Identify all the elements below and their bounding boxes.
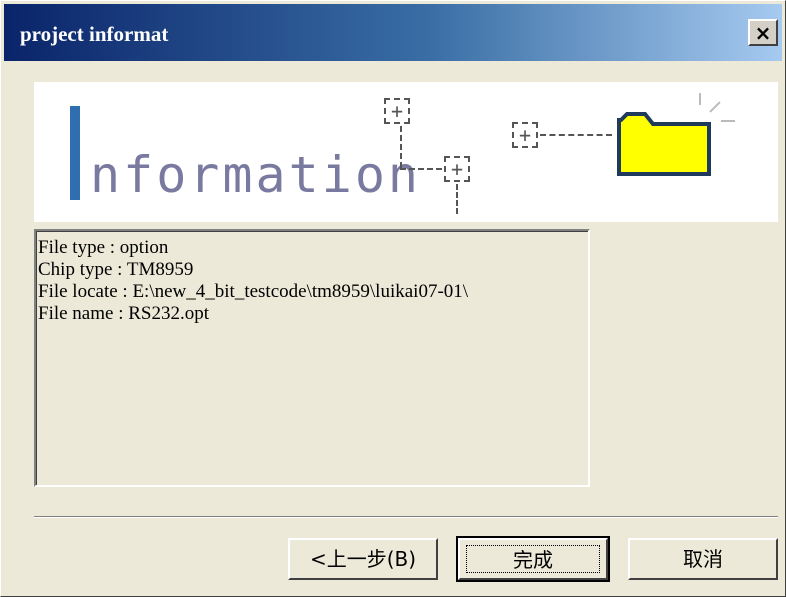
tree-connector: [400, 126, 402, 168]
plus-box-icon: +: [512, 122, 538, 148]
plus-box-icon: +: [444, 156, 470, 182]
folder-icon: [617, 112, 711, 176]
project-info-text: File type : option Chip type : TM8959 Fi…: [34, 229, 590, 487]
title-bar[interactable]: project informat ×: [4, 4, 782, 61]
banner-word: nformation: [90, 146, 422, 204]
sparkle-line: [699, 93, 701, 105]
information-banner: nformation + + +: [34, 82, 778, 222]
finish-button[interactable]: 完成: [456, 536, 610, 582]
chip-type-line: Chip type : TM8959: [38, 259, 194, 280]
file-type-line: File type : option: [38, 237, 169, 258]
back-button[interactable]: <上一步(B): [288, 538, 438, 580]
banner-accent-bar: [70, 106, 80, 200]
button-separator: [34, 516, 778, 518]
cancel-button[interactable]: 取消: [628, 538, 778, 580]
plus-box-icon: +: [384, 98, 410, 124]
tree-connector: [540, 134, 612, 136]
finish-button-label: 完成: [466, 545, 600, 573]
tree-connector: [400, 168, 442, 170]
close-icon: ×: [754, 20, 772, 45]
tree-connector: [456, 184, 458, 214]
window-title: project informat: [20, 22, 169, 46]
file-name-line: File name : RS232.opt: [38, 303, 209, 324]
close-button[interactable]: ×: [748, 19, 778, 46]
file-locate-line: File locate : E:\new_4_bit_testcode\tm89…: [38, 281, 469, 302]
sparkle-line: [721, 120, 735, 122]
sparkle-line: [709, 101, 721, 113]
project-info-dialog: project informat × nformation + + + File…: [0, 0, 786, 597]
